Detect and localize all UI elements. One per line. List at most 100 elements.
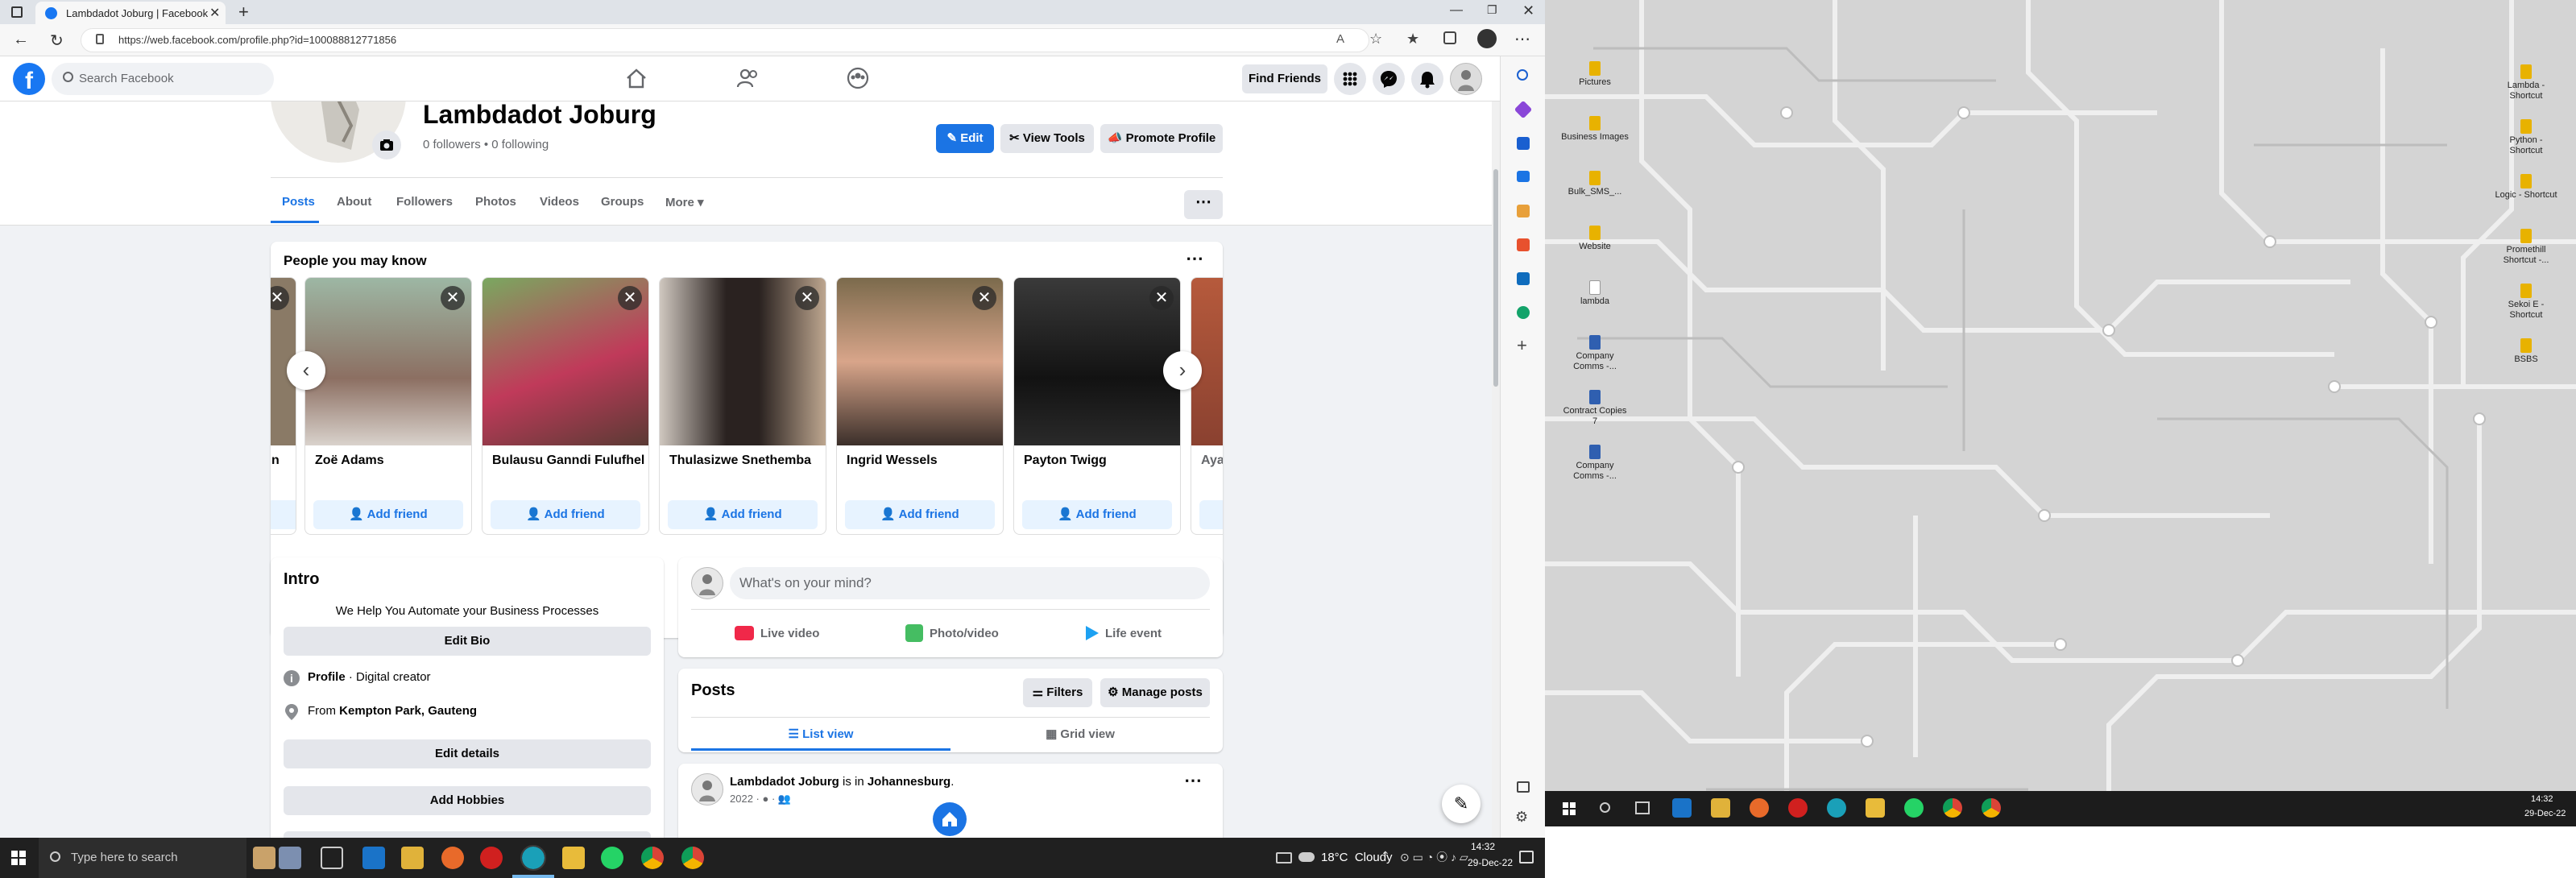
find-friends-button[interactable]: Find Friends <box>1242 64 1327 93</box>
tray-chevron-icon[interactable]: ⌃ <box>1381 849 1390 863</box>
start-icon[interactable] <box>11 851 26 865</box>
groups-icon[interactable] <box>846 66 870 90</box>
account-avatar[interactable] <box>1450 63 1482 95</box>
restore-icon[interactable]: ❐ <box>1487 3 1497 17</box>
taskbar-date[interactable]: 29-Dec-22 <box>1468 857 1513 868</box>
sidebar-settings-icon[interactable]: ⚙ <box>1515 809 1528 826</box>
desktop-date[interactable]: 29-Dec-22 <box>2524 809 2566 818</box>
post-options-icon[interactable]: ⋯ <box>1184 770 1202 791</box>
notifications-icon[interactable] <box>1519 851 1534 864</box>
taskbar-search[interactable]: Type here to search <box>39 838 246 878</box>
tab-active[interactable]: Lambdadot Joburg | Facebook ✕ <box>35 2 226 24</box>
view-tools-button[interactable]: ✂ View Tools <box>1000 124 1094 153</box>
desktop-taskview-icon[interactable] <box>1635 801 1650 814</box>
pymk-more-icon[interactable]: ⋯ <box>1186 248 1203 269</box>
grid-view-tab[interactable]: ▦ Grid view <box>950 720 1210 751</box>
sidebar-drop-icon[interactable] <box>1517 306 1530 319</box>
sidebar-copilot-icon[interactable] <box>1514 100 1533 119</box>
profile-avatar-icon[interactable] <box>1477 29 1497 48</box>
add-friend-button[interactable]: 👤 Add friend <box>668 500 818 529</box>
sidebar-games-icon[interactable] <box>1517 205 1530 217</box>
desktop-icon-bsbs[interactable]: BSBS <box>2492 338 2560 365</box>
person-name[interactable]: Ingrid Wessels <box>847 453 938 468</box>
window-close-icon[interactable]: ✕ <box>1522 2 1534 19</box>
mail-icon[interactable] <box>362 847 385 869</box>
life-event-button[interactable]: Life event <box>1086 619 1162 648</box>
edge-icon[interactable] <box>520 845 546 871</box>
post-place-link[interactable]: Johannesburg <box>868 775 950 789</box>
sidebar-search-icon[interactable] <box>1517 69 1528 81</box>
person-name[interactable]: Zoë Adams <box>315 453 384 468</box>
desktop-chrome-alt-icon[interactable] <box>1982 798 2001 818</box>
tab-photos[interactable]: Photos <box>475 195 516 209</box>
tab-posts[interactable]: Posts <box>282 195 315 209</box>
desktop-icon-business-images[interactable]: Business Images <box>1561 116 1629 143</box>
back-icon[interactable]: ← <box>13 31 29 49</box>
sidebar-tools-icon[interactable] <box>1517 171 1530 182</box>
photo-video-button[interactable]: Photo/video <box>905 619 999 648</box>
carousel-next-button[interactable]: › <box>1163 351 1202 390</box>
desktop-icon-python-shortcut[interactable]: Python - Shortcut <box>2492 119 2560 156</box>
composer-input[interactable]: What's on your mind? <box>730 567 1210 599</box>
desktop-whatsapp-icon[interactable] <box>1904 798 1924 818</box>
desktop-icon-pictures[interactable]: Pictures <box>1561 61 1629 88</box>
list-view-tab[interactable]: ☰ List view <box>691 720 950 751</box>
manage-posts-button[interactable]: ⚙ Manage posts <box>1100 678 1210 707</box>
task-view-icon[interactable] <box>321 847 343 869</box>
chrome-alt-icon[interactable] <box>681 847 704 869</box>
edit-profile-button[interactable]: ✎ Edit <box>936 124 994 153</box>
page-scrollbar[interactable] <box>1492 101 1500 838</box>
notifications-bell-icon[interactable] <box>1411 63 1443 95</box>
desktop-icon-lambda-shortcut[interactable]: Lambda - Shortcut <box>2492 64 2560 101</box>
dismiss-icon[interactable]: ✕ <box>618 286 642 310</box>
dismiss-icon[interactable]: ✕ <box>795 286 819 310</box>
facebook-logo-icon[interactable]: f <box>13 63 45 95</box>
desktop-start-icon[interactable] <box>1563 802 1576 815</box>
add-friend-button[interactable]: 👤 Add friend <box>491 500 640 529</box>
news-icon[interactable] <box>279 847 301 869</box>
desktop-icon-contract-copies[interactable]: Contract Copies 7 <box>1561 390 1629 427</box>
menu-grid-icon[interactable] <box>1334 63 1366 95</box>
new-message-button[interactable]: ✎ <box>1442 785 1481 823</box>
sidebar-layout-icon[interactable] <box>1517 781 1530 793</box>
widgets-icon[interactable] <box>253 847 275 869</box>
address-field[interactable]: https://web.facebook.com/profile.php?id=… <box>81 28 1369 52</box>
dismiss-icon[interactable]: ✕ <box>1149 286 1174 310</box>
search-box[interactable]: Search Facebook <box>52 63 274 95</box>
desktop-icon-logic-shortcut[interactable]: Logic - Shortcut <box>2492 174 2560 201</box>
chrome-icon[interactable] <box>641 847 664 869</box>
desktop-time[interactable]: 14:32 <box>2531 794 2553 804</box>
person-name[interactable]: Payton Twigg <box>1024 453 1107 468</box>
camera-icon[interactable] <box>372 130 401 159</box>
tab-actions-icon[interactable] <box>11 6 23 18</box>
person-name[interactable]: Thulasizwe Snethemba <box>669 453 811 468</box>
person-name[interactable]: Bulausu Ganndi Fulufhel <box>492 453 644 468</box>
sidebar-add-icon[interactable]: + <box>1517 335 1527 356</box>
desktop-opera-icon[interactable] <box>1788 798 1808 818</box>
file-explorer-icon[interactable] <box>562 847 585 869</box>
settings-more-icon[interactable]: ⋯ <box>1514 29 1530 49</box>
desktop-icon-sekoi-shortcut[interactable]: Sekoi E - Shortcut <box>2492 284 2560 321</box>
opera-icon[interactable] <box>480 847 503 869</box>
home-icon[interactable] <box>625 68 648 89</box>
store-icon[interactable] <box>401 847 424 869</box>
tab-followers[interactable]: Followers <box>396 195 453 209</box>
taskbar-time[interactable]: 14:32 <box>1471 841 1495 852</box>
sidebar-shopping-icon[interactable] <box>1517 137 1530 150</box>
hometown-link[interactable]: Kempton Park, Gauteng <box>339 704 477 718</box>
new-tab-icon[interactable]: + <box>238 2 249 23</box>
friends-icon[interactable] <box>736 68 760 89</box>
scrollbar-thumb[interactable] <box>1493 169 1498 387</box>
filters-button[interactable]: ⚌ Filters <box>1023 678 1092 707</box>
dismiss-icon[interactable]: ✕ <box>972 286 996 310</box>
promote-profile-button[interactable]: 📣 Promote Profile <box>1100 124 1223 153</box>
desktop-edge-icon[interactable] <box>1827 798 1846 818</box>
add-friend-button-partial[interactable] <box>1199 500 1223 529</box>
add-featured-button[interactable] <box>284 831 651 838</box>
add-friend-button[interactable]: 👤 Add friend <box>1022 500 1172 529</box>
post-author-link[interactable]: Lambdadot Joburg <box>730 775 839 789</box>
refresh-icon[interactable]: ↻ <box>50 31 64 51</box>
tab-videos[interactable]: Videos <box>540 195 579 209</box>
live-video-button[interactable]: Live video <box>735 619 819 648</box>
tab-more[interactable]: More ▾ <box>665 195 704 209</box>
